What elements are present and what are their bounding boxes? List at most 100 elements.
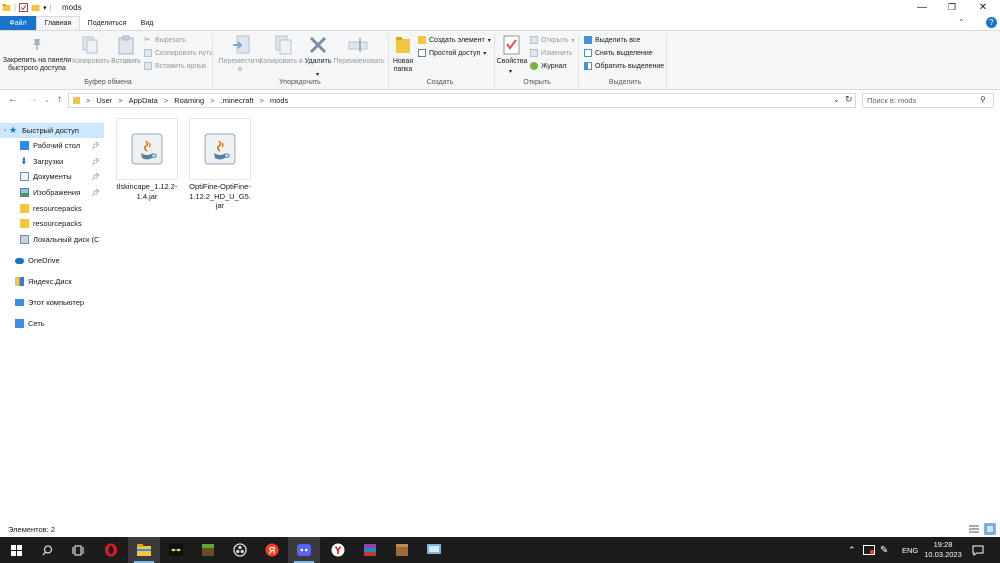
- minecraft-app[interactable]: [192, 537, 224, 563]
- yandex-browser-app[interactable]: Я: [256, 537, 288, 563]
- edit-icon: [530, 49, 538, 57]
- invert-selection-button[interactable]: Обратить выделение: [584, 62, 664, 70]
- properties-button[interactable]: Свойства: [494, 58, 530, 66]
- select-all-button[interactable]: Выделить все: [584, 36, 640, 44]
- show-hidden-icons[interactable]: ⌃: [848, 537, 856, 563]
- pin-quick-access-button[interactable]: Закрепить на панели быстрого доступа: [2, 57, 72, 73]
- paste-button[interactable]: Вставить: [110, 58, 142, 66]
- chevron-up-icon[interactable]: ⌃: [848, 545, 856, 556]
- pen-tray-icon[interactable]: ✎: [880, 537, 888, 563]
- nav-network[interactable]: Сеть: [0, 316, 104, 331]
- nav-local-disk[interactable]: Локальный диск (С: [0, 232, 104, 247]
- copy-path-button[interactable]: Скопировать путь: [144, 49, 213, 57]
- breadcrumb-minecraft[interactable]: .minecraft: [221, 96, 254, 105]
- breadcrumb-roaming[interactable]: Roaming: [174, 96, 204, 105]
- history-button[interactable]: Журнал: [530, 62, 567, 70]
- nav-label: Этот компьютер: [28, 298, 85, 307]
- help-icon[interactable]: ?: [986, 17, 997, 28]
- address-dropdown-icon[interactable]: ⌄: [833, 95, 840, 104]
- nav-label: resourcepacks: [33, 219, 82, 228]
- large-icons-view-icon[interactable]: [984, 523, 996, 535]
- properties-check-icon[interactable]: [19, 3, 29, 12]
- paste-icon: [118, 35, 134, 57]
- copy-to-button[interactable]: Копировать в: [258, 58, 304, 66]
- chevron-down-icon[interactable]: ›: [4, 128, 6, 134]
- svg-text:Я: Я: [269, 546, 275, 556]
- monitor-app[interactable]: [418, 537, 450, 563]
- clock[interactable]: 19:28 10.03.2023: [920, 540, 966, 560]
- search-taskbar-button[interactable]: [31, 537, 63, 563]
- nav-desktop[interactable]: Рабочий стол 📌︎: [0, 138, 104, 153]
- tab-share[interactable]: Поделиться: [84, 16, 130, 30]
- qa-dropdown-icon[interactable]: ▾: [43, 4, 47, 12]
- minimize-button[interactable]: —: [907, 0, 937, 15]
- winrar-app[interactable]: [354, 537, 386, 563]
- delete-button[interactable]: Удалить: [302, 58, 334, 66]
- delete-dropdown-icon[interactable]: ▾: [316, 71, 319, 78]
- file-name: OptiFine-OptiFine-1.12.2_HD_U_G5.jar: [189, 182, 251, 210]
- refresh-icon[interactable]: ↻: [845, 94, 853, 105]
- edit-button[interactable]: Изменить: [530, 49, 573, 57]
- task-view-button[interactable]: [62, 537, 94, 563]
- file-explorer-app[interactable]: [128, 537, 160, 563]
- nav-downloads[interactable]: ⬇ Загрузки 📌︎: [0, 154, 104, 169]
- back-arrow-icon[interactable]: ←: [8, 94, 18, 105]
- nav-resourcepacks-2[interactable]: resourcepacks: [0, 216, 104, 231]
- open-group-label: Открыть: [523, 79, 551, 86]
- address-path[interactable]: > User > AppData > Roaming > .minecraft …: [68, 93, 856, 108]
- tray-app-icon[interactable]: [863, 537, 875, 563]
- address-bar-row: ← → ⌄ ↑ > User > AppData > Roaming > .mi…: [0, 90, 1000, 111]
- select-none-button[interactable]: Снять выделение: [584, 49, 653, 57]
- move-to-button[interactable]: Переместить в: [216, 58, 264, 74]
- yandex-app[interactable]: [322, 537, 354, 563]
- organize-group-label: Упорядочить: [279, 79, 321, 86]
- breadcrumb-mods[interactable]: mods: [270, 96, 288, 105]
- history-label: Журнал: [541, 62, 567, 70]
- file-item[interactable]: OptiFine-OptiFine-1.12.2_HD_U_G5.jar: [189, 118, 251, 211]
- nav-documents[interactable]: Документы 📌︎: [0, 169, 104, 184]
- app-eyes[interactable]: [160, 537, 192, 563]
- details-view-icon[interactable]: [968, 523, 980, 535]
- nav-resourcepacks-1[interactable]: resourcepacks: [0, 201, 104, 216]
- breadcrumb-user[interactable]: User: [96, 96, 112, 105]
- nav-quick-access[interactable]: › ★ Быстрый доступ: [0, 123, 104, 138]
- nav-yandex-disk[interactable]: Яндекс.Диск: [0, 274, 104, 289]
- nav-onedrive[interactable]: OneDrive: [0, 253, 104, 268]
- tab-home[interactable]: Главная: [36, 16, 80, 30]
- maximize-button[interactable]: ❐: [937, 0, 967, 15]
- tab-file[interactable]: Файл: [0, 16, 36, 30]
- close-button[interactable]: ✕: [968, 0, 998, 15]
- search-icon[interactable]: ⚲: [980, 95, 986, 104]
- tab-view[interactable]: Вид: [134, 16, 160, 30]
- cut-button[interactable]: ✂ Вырезать: [144, 36, 186, 44]
- copy-button[interactable]: Копировать: [72, 58, 110, 66]
- up-arrow-icon[interactable]: ↑: [57, 94, 62, 105]
- opera-app[interactable]: [95, 537, 127, 563]
- nav-this-pc[interactable]: Этот компьютер: [0, 295, 104, 310]
- desktop-icon: [20, 141, 29, 150]
- title-bar: | ▾ | mods — ❐ ✕: [0, 0, 1000, 15]
- minecraft-launcher-app[interactable]: [386, 537, 418, 563]
- collapse-ribbon-icon[interactable]: ⌃: [958, 18, 965, 27]
- forward-arrow-icon[interactable]: →: [28, 94, 38, 105]
- new-folder-icon[interactable]: [31, 3, 40, 12]
- search-input[interactable]: Поиск в: mods: [862, 93, 994, 108]
- file-item[interactable]: tlskincape_1.12.2-1.4.jar: [116, 118, 178, 201]
- breadcrumb-appdata[interactable]: AppData: [129, 96, 158, 105]
- eyes-app-icon: [169, 544, 183, 556]
- notifications-button[interactable]: [972, 537, 984, 563]
- language-indicator[interactable]: ENG: [902, 537, 918, 563]
- open-button[interactable]: Открыть ▾: [530, 36, 575, 44]
- new-folder-button[interactable]: Новая папка: [388, 58, 418, 74]
- recent-locations-icon[interactable]: ⌄: [44, 96, 50, 104]
- paste-shortcut-button[interactable]: Вставить ярлык: [144, 62, 206, 70]
- rename-button[interactable]: Переименовать: [332, 58, 386, 66]
- nav-pictures[interactable]: Изображения 📌︎: [0, 185, 104, 200]
- start-button[interactable]: [0, 537, 32, 563]
- search-placeholder: Поиск в: mods: [867, 96, 917, 105]
- new-item-button[interactable]: Создать элемент ▾: [418, 36, 491, 44]
- easy-access-button[interactable]: Простой доступ ▾: [418, 49, 486, 57]
- obs-app[interactable]: [224, 537, 256, 563]
- properties-dropdown-icon[interactable]: ▾: [509, 68, 512, 75]
- discord-app[interactable]: [288, 537, 320, 563]
